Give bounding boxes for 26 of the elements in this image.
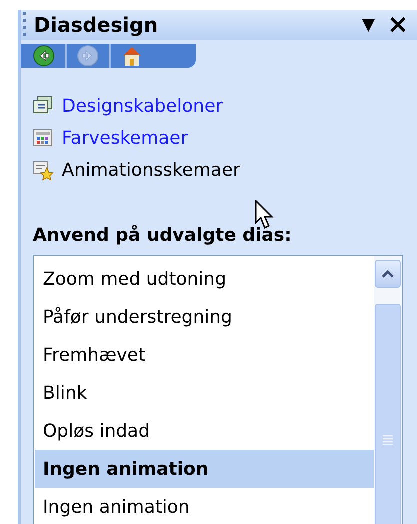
- pages-icon: [33, 96, 54, 116]
- list-item[interactable]: Zoom med udtoning: [35, 260, 374, 298]
- list-item[interactable]: Ingen animation: [35, 488, 374, 524]
- scrollbar[interactable]: [374, 256, 402, 524]
- pane-menu-button[interactable]: ▼: [362, 16, 376, 34]
- back-button[interactable]: [33, 45, 55, 67]
- scroll-up-button[interactable]: [375, 260, 401, 288]
- close-button[interactable]: ×: [387, 12, 409, 38]
- pane-title: Diasdesign: [34, 12, 158, 39]
- star-icon: [33, 160, 54, 180]
- task-link[interactable]: Farveskemaer: [33, 124, 188, 152]
- list-heading: Anvend på udvalgte dias:: [32, 224, 293, 248]
- grip-icon[interactable]: [23, 12, 27, 38]
- list-item[interactable]: Opløs indad: [35, 412, 374, 450]
- grip-lines-icon: [383, 434, 393, 445]
- chevron-up-icon: [382, 270, 394, 278]
- list-item[interactable]: Blink: [35, 374, 374, 412]
- home-button[interactable]: [121, 45, 143, 67]
- house-icon: [121, 45, 143, 67]
- list-item[interactable]: Påfør understregning: [35, 298, 374, 336]
- palette-icon: [33, 128, 54, 148]
- task-link[interactable]: Designskabeloner: [33, 92, 224, 120]
- list-item[interactable]: Ingen animation: [35, 450, 374, 488]
- task-link[interactable]: Animationsskemaer: [33, 156, 240, 184]
- list-item[interactable]: Fremhævet: [35, 336, 374, 374]
- scroll-thumb[interactable]: [375, 304, 401, 524]
